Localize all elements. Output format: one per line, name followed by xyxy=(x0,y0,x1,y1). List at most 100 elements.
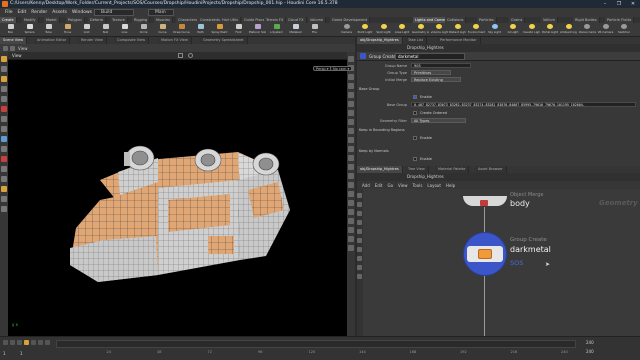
perspective-menu-button[interactable]: Persp ▾ xyxy=(313,66,332,71)
play-reverse-icon[interactable] xyxy=(17,340,22,345)
menu-render[interactable]: Render xyxy=(31,10,47,15)
network-tool-icon[interactable] xyxy=(357,211,362,216)
bounding-section[interactable]: Keep in Bounding Regions xyxy=(359,128,405,132)
display-option-icon[interactable] xyxy=(348,218,354,224)
display-option-icon[interactable] xyxy=(348,164,354,170)
viewport-tool-icon[interactable] xyxy=(1,146,7,152)
shelf-tool[interactable]: Switcher xyxy=(616,24,633,36)
step-forward-icon[interactable] xyxy=(38,340,43,345)
maximize-button[interactable]: ❐ xyxy=(612,0,626,8)
pane-tab[interactable]: Animation Editor xyxy=(34,37,71,44)
shelf-tool[interactable]: Font xyxy=(230,24,247,36)
stop-icon[interactable] xyxy=(24,340,29,345)
shelf-tool[interactable]: Sphere xyxy=(21,24,38,36)
current-frame-field[interactable]: 1 xyxy=(20,351,23,356)
viewport-tool-icon[interactable] xyxy=(1,116,7,122)
network-menu-help[interactable]: Help xyxy=(446,183,455,188)
frame-start-field[interactable]: 1 xyxy=(3,351,6,356)
shelf-tool[interactable]: Area Light xyxy=(394,24,411,36)
pane-tab[interactable]: obj/Dropship_Hightres xyxy=(357,37,403,44)
timeline-scrubber[interactable] xyxy=(56,340,576,348)
base-group-field[interactable]: 0-407 82737-83073 83262-83237 83274-8328… xyxy=(411,102,636,107)
shelf-tool[interactable]: Spray Paint xyxy=(211,24,228,36)
pane-tab[interactable]: Composite View xyxy=(114,37,150,44)
shelf-tool[interactable]: Grid xyxy=(78,24,95,36)
range-out-field[interactable]: 240 xyxy=(586,340,594,345)
network-menu-edit[interactable]: Edit xyxy=(375,183,383,188)
shelf-tool[interactable]: Line xyxy=(116,24,133,36)
display-option-icon[interactable] xyxy=(348,119,354,125)
jump-start-icon[interactable] xyxy=(3,340,8,345)
shelf-tool[interactable]: L-System xyxy=(268,24,285,36)
shelf-tool[interactable]: Environment Light xyxy=(468,24,485,36)
viewport-tool-icon[interactable] xyxy=(1,106,7,112)
display-option-icon[interactable] xyxy=(348,146,354,152)
shelf-tool[interactable]: Point Light xyxy=(357,24,374,36)
display-option-icon[interactable] xyxy=(348,245,354,251)
forward-icon[interactable] xyxy=(10,45,15,51)
minimize-button[interactable]: – xyxy=(598,0,612,8)
shelf-tool[interactable]: Distant Light xyxy=(449,24,466,36)
parameter-path[interactable]: Dropship_Hightres xyxy=(407,45,444,50)
display-option-icon[interactable] xyxy=(348,227,354,233)
node-name-field[interactable]: darkmetal xyxy=(395,53,465,60)
pane-tab[interactable]: Geometry Spreadsheet xyxy=(200,37,248,44)
network-tool-icon[interactable] xyxy=(357,193,362,198)
pane-tab[interactable]: Motion FX View xyxy=(158,37,192,44)
display-option-icon[interactable] xyxy=(348,191,354,197)
object-merge-node-name[interactable]: body xyxy=(510,199,530,208)
network-tool-icon[interactable] xyxy=(357,229,362,234)
base-group-enable-checkbox[interactable] xyxy=(413,95,417,99)
display-option-icon[interactable] xyxy=(348,92,354,98)
display-option-icon[interactable] xyxy=(348,128,354,134)
shelf-tool[interactable]: Path xyxy=(192,24,209,36)
frame-end-field[interactable]: 240 xyxy=(586,349,594,354)
viewport-tool-icon[interactable] xyxy=(1,76,7,82)
pane-tab[interactable]: Performance Monitor xyxy=(437,37,481,44)
display-option-icon[interactable] xyxy=(348,182,354,188)
viewport-tool-icon[interactable] xyxy=(1,156,7,162)
network-menu-tools[interactable]: Tools xyxy=(413,183,423,188)
frame-icon[interactable] xyxy=(178,53,183,58)
normals-enable-checkbox[interactable] xyxy=(413,157,417,161)
network-tool-icon[interactable] xyxy=(357,274,362,279)
shelf-tool[interactable]: Geometry Light xyxy=(412,24,429,36)
group-create-node-name[interactable]: darkmetal xyxy=(510,245,551,254)
display-option-icon[interactable] xyxy=(348,83,354,89)
shelf-tool[interactable]: Metaball xyxy=(287,24,304,36)
network-menu-add[interactable]: Add xyxy=(362,183,370,188)
network-editor-canvas[interactable]: Geometry Object Merge body Group Create … xyxy=(363,189,640,336)
group-type-dropdown[interactable]: Primitives xyxy=(411,70,451,75)
group-name-field[interactable]: 905 xyxy=(411,63,471,68)
viewport-tool-icon[interactable] xyxy=(1,66,7,72)
display-option-icon[interactable] xyxy=(348,173,354,179)
display-option-icon[interactable] xyxy=(348,56,354,62)
network-tool-icon[interactable] xyxy=(357,265,362,270)
shelf-tool[interactable]: Caustic Light xyxy=(523,24,540,36)
network-menu-go[interactable]: Go xyxy=(388,183,394,188)
shelf-tool[interactable]: GI Light xyxy=(505,24,522,36)
shelf-tool[interactable]: File xyxy=(306,24,323,36)
shelf-tool[interactable]: Camera xyxy=(338,24,355,36)
viewport-tool-icon[interactable] xyxy=(1,96,7,102)
menu-edit[interactable]: Edit xyxy=(18,10,27,15)
viewport-tool-icon[interactable] xyxy=(1,196,7,202)
shelf-tool[interactable]: Volume Light xyxy=(431,24,448,36)
shelf-tool[interactable]: Sky Light xyxy=(486,24,503,36)
network-menu-layout[interactable]: Layout xyxy=(427,183,441,188)
menu-assets[interactable]: Assets xyxy=(52,10,67,15)
initial-merge-dropdown[interactable]: Replace Existing xyxy=(411,77,461,82)
pane-tab[interactable]: obj/Dropship_Hightres xyxy=(357,166,403,173)
display-option-icon[interactable] xyxy=(348,155,354,161)
pane-tab[interactable]: Render View xyxy=(78,37,107,44)
shelf-tool[interactable]: VR Camera xyxy=(597,24,614,36)
network-tool-icon[interactable] xyxy=(357,247,362,252)
3d-viewport[interactable]: y x xyxy=(8,60,347,336)
pane-tab[interactable]: Tree View xyxy=(405,166,429,173)
shelf-tool[interactable]: Stereo Camera xyxy=(579,24,596,36)
display-option-icon[interactable] xyxy=(348,74,354,80)
network-menu-view[interactable]: View xyxy=(398,183,408,188)
step-back-icon[interactable] xyxy=(10,340,15,345)
shelf-tool[interactable]: Spot Light xyxy=(375,24,392,36)
geometry-filter-dropdown[interactable]: All Types xyxy=(411,118,466,123)
